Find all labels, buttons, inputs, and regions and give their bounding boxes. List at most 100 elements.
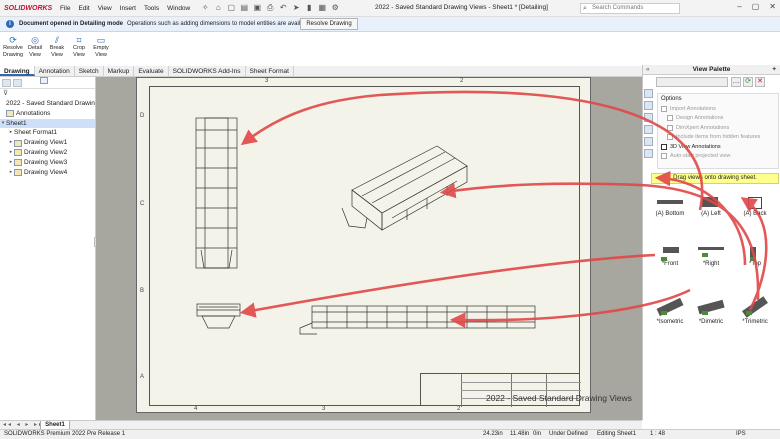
refresh-icon[interactable]: ⟳: [743, 77, 753, 87]
status-z-coordinate: 0in: [533, 431, 542, 437]
status-scale[interactable]: 1 : 48: [650, 430, 665, 439]
filter-icon[interactable]: ⊽: [0, 89, 95, 99]
maximize-icon[interactable]: ▢: [752, 2, 760, 11]
detail-view-icon: ◎: [31, 35, 39, 45]
expand-arrow-icon[interactable]: «: [646, 65, 650, 75]
custom-properties-tab-icon[interactable]: [644, 149, 653, 158]
rebuild-icon[interactable]: ▮: [304, 3, 314, 13]
options-gear-icon[interactable]: ⚙: [330, 3, 340, 13]
search-commands-input[interactable]: ⌕ Search Commands: [580, 3, 680, 14]
drawing-view-front: [196, 303, 241, 329]
notification-message: Operations such as adding dimensions to …: [127, 21, 314, 27]
tree-item-sheet-format[interactable]: ▸ Sheet Format1: [0, 77, 95, 138]
drawing-view-isometric: [341, 145, 468, 231]
tree-item-drawing-view[interactable]: ▸ Drawing View1: [0, 138, 95, 148]
open-icon[interactable]: ▤: [239, 3, 249, 13]
status-definition-state: Under Defined: [549, 431, 588, 437]
task-pane-tabs: [643, 85, 654, 205]
view-palette-tab-icon[interactable]: [644, 125, 653, 134]
palette-view-bottom[interactable]: (A) Bottom: [651, 195, 689, 217]
select-icon[interactable]: ➤: [291, 3, 301, 13]
search-placeholder: Search Commands: [592, 5, 644, 11]
menu-tools[interactable]: Tools: [140, 5, 163, 12]
palette-view-right[interactable]: *Right: [692, 245, 730, 267]
view-palette-buttons: … ⟳ ✕: [731, 77, 765, 87]
menu-window[interactable]: Window: [163, 5, 194, 12]
tab-sheet-format[interactable]: Sheet Format: [246, 66, 294, 76]
tab-drawing[interactable]: Drawing: [0, 66, 35, 76]
crop-view-icon: ⌗: [76, 35, 82, 45]
pin-icon[interactable]: ✧: [200, 3, 210, 13]
minimize-icon[interactable]: –: [737, 2, 741, 11]
tree-item-drawing-view[interactable]: ▸ Drawing View2: [0, 148, 95, 158]
pin-icon[interactable]: ✦: [772, 65, 777, 75]
tree-root-document[interactable]: 2022 - Saved Standard Drawin: [0, 77, 95, 109]
tab-add-ins[interactable]: SOLIDWORKS Add-Ins: [169, 66, 246, 76]
menu-view[interactable]: View: [94, 5, 116, 12]
resources-tab-icon[interactable]: [644, 89, 653, 98]
palette-view-left[interactable]: (A) Left: [692, 195, 730, 217]
option-hidden-features[interactable]: Include items from hidden features: [661, 133, 775, 143]
browse-icon[interactable]: …: [731, 77, 741, 87]
tree-item-annotations[interactable]: Annotations: [0, 109, 95, 119]
menu-edit[interactable]: Edit: [74, 5, 93, 12]
tree-item-sheet1[interactable]: ▾ Sheet1: [0, 77, 95, 129]
appearances-tab-icon[interactable]: [644, 137, 653, 146]
clear-icon[interactable]: ✕: [755, 77, 765, 87]
option-3d-view-annotations[interactable]: 3D View Annotations: [661, 142, 775, 152]
palette-view-trimetric[interactable]: *Trimetric: [736, 295, 774, 325]
status-editing: Editing Sheet1: [597, 431, 637, 437]
sheet-tab-bar: ◂◂ ◂ ▸ ▸▸ Sheet1: [0, 420, 642, 430]
drawing-view-icon: [14, 168, 22, 176]
notification-title: Document opened in Detailing mode: [19, 21, 124, 27]
tab-evaluate[interactable]: Evaluate: [134, 66, 169, 76]
menu-insert[interactable]: Insert: [116, 5, 140, 12]
option-import-annotations[interactable]: Import Annotations: [661, 104, 775, 114]
close-icon[interactable]: ✕: [769, 2, 776, 11]
palette-view-dimetric[interactable]: *Dimetric: [692, 295, 730, 325]
option-dimxpert-annotations[interactable]: DimXpert Annotations: [661, 123, 775, 133]
print-icon[interactable]: ⎙: [265, 3, 275, 13]
file-properties-icon[interactable]: ▦: [317, 3, 327, 13]
tab-markup[interactable]: Markup: [104, 66, 135, 76]
command-manager: ⟳ Resolve Drawing ◎ Detail View ⫽ Break …: [0, 32, 780, 65]
option-auto-start-projected[interactable]: Auto-start projected view: [661, 152, 775, 162]
palette-view-top[interactable]: *Top: [736, 245, 774, 267]
save-icon[interactable]: ▣: [252, 3, 262, 13]
empty-view-icon: ▭: [96, 35, 106, 45]
palette-view-front[interactable]: *Front: [651, 245, 689, 267]
status-app-version: SOLIDWORKS Premium 2022 Pre Release 1: [4, 431, 126, 437]
undo-icon[interactable]: ↶: [278, 3, 288, 13]
palette-view-back[interactable]: (A) Back: [736, 195, 774, 217]
break-view-command[interactable]: ⫽ Break View: [46, 32, 68, 65]
property-manager-tab-icon[interactable]: [13, 79, 22, 87]
empty-view-command[interactable]: ▭ Empty View: [90, 32, 112, 65]
drawing-view-right: [299, 305, 536, 335]
design-library-tab-icon[interactable]: [644, 101, 653, 110]
tab-sketch[interactable]: Sketch: [75, 66, 104, 76]
file-explorer-tab-icon[interactable]: [644, 113, 653, 122]
new-document-icon[interactable]: ▢: [226, 3, 236, 13]
tree-item-drawing-view[interactable]: ▸ Drawing View4: [0, 168, 95, 178]
drawing-canvas[interactable]: ⌕ ⌕ ↺ ◧ ▣ ◐ ▦ 3 2 4 3 2 D C B A: [96, 77, 642, 420]
option-design-annotations[interactable]: Design Annotations: [661, 114, 775, 124]
feature-manager-tab-icon[interactable]: [2, 79, 11, 87]
model-document-select[interactable]: [656, 77, 728, 87]
palette-view-isometric[interactable]: *Isometric: [651, 295, 689, 325]
quick-access-toolbar: ✧ ⌂ ▢ ▤ ▣ ⎙ ↶ ➤ ▮ ▦ ⚙: [200, 3, 340, 13]
resolve-drawing-button[interactable]: Resolve Drawing: [300, 18, 358, 30]
resolve-drawing-command[interactable]: ⟳ Resolve Drawing: [2, 32, 24, 65]
drawing-view-icon: [14, 159, 22, 167]
tree-item-drawing-view[interactable]: ▸ Drawing View3: [0, 158, 95, 168]
status-units[interactable]: IPS: [736, 430, 746, 439]
sheet-navigation-icons[interactable]: ◂◂ ◂ ▸ ▸▸: [3, 421, 44, 428]
detail-view-command[interactable]: ◎ Detail View: [24, 32, 46, 65]
resolve-icon: ⟳: [9, 35, 17, 45]
tab-annotation[interactable]: Annotation: [35, 66, 75, 76]
view-palette-header: « View Palette ✦: [643, 65, 780, 75]
crop-view-command[interactable]: ⌗ Crop View: [68, 32, 90, 65]
feature-manager-tree: ⊽ 2022 - Saved Standard Drawin Annotatio…: [0, 77, 99, 420]
title-bar: SOLIDWORKS File Edit View Insert Tools W…: [0, 0, 780, 17]
home-icon[interactable]: ⌂: [213, 3, 223, 13]
menu-file[interactable]: File: [56, 5, 74, 12]
